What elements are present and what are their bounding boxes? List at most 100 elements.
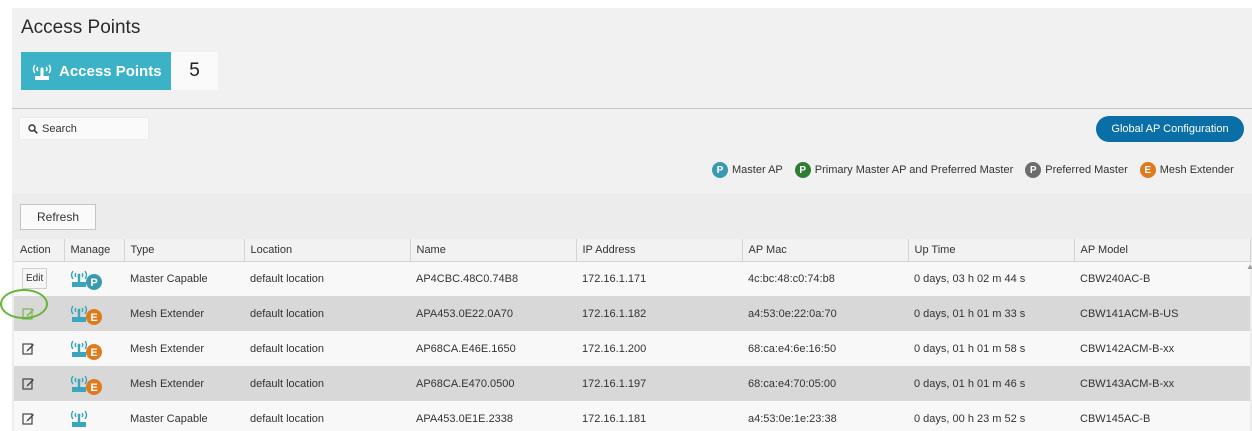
table-row[interactable]: Edit P Master Capable default location AP4CB… <box>14 261 1250 296</box>
table-row[interactable]: Master Capable default location APA453.0E1… <box>14 401 1250 431</box>
global-ap-configuration-button[interactable]: Global AP Configuration <box>1096 116 1244 142</box>
ip-cell: 172.16.1.182 <box>576 296 742 331</box>
svg-text:E: E <box>90 312 97 324</box>
access-points-page: Access Points Access Points 5 Search Glo… <box>12 8 1252 431</box>
search-input[interactable]: Search <box>19 117 149 140</box>
uptime-cell: 0 days, 01 h 01 m 46 s <box>908 366 1074 401</box>
scrollbar-up-arrow[interactable]: ▲ <box>1246 262 1252 274</box>
edit-button[interactable]: Edit <box>22 268 48 290</box>
column-header[interactable]: Up Time <box>908 239 1075 262</box>
model-cell: CBW145AC-B <box>1074 401 1250 431</box>
ip-cell: 172.16.1.200 <box>576 331 742 366</box>
access-points-summary: Access Points 5 <box>21 52 218 90</box>
model-cell: CBW142ACM-B-xx <box>1074 331 1250 366</box>
svg-text:P: P <box>90 277 97 289</box>
manage-cell[interactable]: E <box>64 296 124 331</box>
refresh-button[interactable]: Refresh <box>20 204 96 230</box>
svg-text:E: E <box>90 347 97 359</box>
mac-cell: a4:53:0e:22:0a:70 <box>742 296 908 331</box>
model-cell: CBW240AC-B <box>1074 261 1250 296</box>
ip-cell: 172.16.1.181 <box>576 401 742 431</box>
role-badge-icon: E <box>1139 162 1156 178</box>
column-header[interactable]: AP Model <box>1074 239 1251 262</box>
legend-label: Mesh Extender <box>1159 164 1234 176</box>
legend-item: E Mesh Extender <box>1139 162 1234 178</box>
ap-table-area: Refresh Action Manage Type Location Name IP A… <box>12 194 1252 431</box>
action-cell[interactable] <box>14 331 64 366</box>
ap-manage-icon: E <box>70 375 102 395</box>
name-cell: AP4CBC.48C0.74B8 <box>410 261 576 296</box>
mac-cell: 68:ca:e4:6e:16:50 <box>742 331 908 366</box>
highlight-ring <box>0 289 48 319</box>
ap-manage-icon <box>70 410 88 427</box>
action-cell[interactable] <box>14 401 64 431</box>
location-cell: default location <box>244 401 410 431</box>
table-header-row: Action Manage Type Location Name IP Address AP… <box>14 239 1251 262</box>
type-cell: Mesh Extender <box>124 366 244 401</box>
search-icon <box>28 123 38 134</box>
manage-cell[interactable]: E <box>64 366 124 401</box>
section-divider <box>12 108 1252 109</box>
location-cell: default location <box>244 331 410 366</box>
uptime-cell: 0 days, 01 h 01 m 33 s <box>908 296 1074 331</box>
manage-cell[interactable] <box>64 401 124 431</box>
edit-icon <box>22 378 34 390</box>
search-label: Search <box>42 122 77 135</box>
location-cell: default location <box>244 296 410 331</box>
access-points-count: 5 <box>171 52 218 90</box>
name-cell: APA453.0E22.0A70 <box>410 296 576 331</box>
svg-text:E: E <box>90 382 97 394</box>
type-cell: Mesh Extender <box>124 331 244 366</box>
role-badge-icon: P <box>712 162 728 178</box>
model-cell: CBW141ACM-B-US <box>1074 296 1250 331</box>
column-header[interactable]: Name <box>410 239 577 262</box>
table-row[interactable]: E Mesh Extender default location AP68CA.E46… <box>14 331 1250 366</box>
page-title: Access Points <box>21 17 141 38</box>
column-header[interactable]: Location <box>244 239 411 262</box>
type-cell: Master Capable <box>124 261 244 296</box>
role-badge-icon: P <box>794 162 811 178</box>
uptime-cell: 0 days, 03 h 02 m 44 s <box>908 261 1074 296</box>
legend-label: Primary Master AP and Preferred Master <box>814 164 1014 176</box>
summary-label-box: Access Points <box>21 52 171 90</box>
name-cell: APA453.0E1E.2338 <box>410 401 576 431</box>
legend-label: Preferred Master <box>1045 164 1128 176</box>
column-header[interactable]: IP Address <box>576 239 743 262</box>
name-cell: AP68CA.E46E.1650 <box>410 331 576 366</box>
action-cell[interactable] <box>14 366 64 401</box>
name-cell: AP68CA.E470.0500 <box>410 366 576 401</box>
access-point-icon <box>32 64 52 80</box>
location-cell: default location <box>244 261 410 296</box>
manage-cell[interactable]: P <box>64 261 124 296</box>
mac-cell: 68:ca:e4:70:05:00 <box>742 366 908 401</box>
ap-role-legend: P Master AP P Primary Master AP and Preferr… <box>712 162 1246 178</box>
table-row[interactable]: E Mesh Extender default location AP68CA.E47… <box>14 366 1250 401</box>
role-badge-icon: P <box>1025 162 1042 178</box>
edit-icon <box>22 413 34 425</box>
mac-cell: 4c:bc:48:c0:74:b8 <box>742 261 908 296</box>
model-cell: CBW143ACM-B-xx <box>1074 366 1250 401</box>
mac-cell: a4:53:0e:1e:23:38 <box>742 401 908 431</box>
column-header[interactable]: Type <box>124 239 245 262</box>
column-header[interactable]: Action <box>14 239 65 262</box>
legend-item: P Primary Master AP and Preferred Master <box>794 162 1014 178</box>
ip-cell: 172.16.1.197 <box>576 366 742 401</box>
uptime-cell: 0 days, 01 h 01 m 58 s <box>908 331 1074 366</box>
column-header[interactable]: Manage <box>64 239 125 262</box>
ap-manage-icon: E <box>70 340 102 360</box>
ip-cell: 172.16.1.171 <box>576 261 742 296</box>
manage-cell[interactable]: E <box>64 331 124 366</box>
column-header[interactable]: AP Mac <box>742 239 909 262</box>
type-cell: Master Capable <box>124 401 244 431</box>
legend-item: P Preferred Master <box>1025 162 1128 178</box>
type-cell: Mesh Extender <box>124 296 244 331</box>
uptime-cell: 0 days, 00 h 23 m 52 s <box>908 401 1074 431</box>
location-cell: default location <box>244 366 410 401</box>
table-row[interactable]: E Mesh Extender default location APA453.0E2… <box>14 296 1250 331</box>
edit-icon <box>22 343 34 355</box>
legend-label: Master AP <box>732 164 783 176</box>
ap-manage-icon: E <box>70 305 102 325</box>
summary-label: Access Points <box>59 62 162 80</box>
access-points-table: Action Manage Type Location Name IP Address AP… <box>14 239 1251 431</box>
legend-item: P Master AP <box>712 162 783 178</box>
